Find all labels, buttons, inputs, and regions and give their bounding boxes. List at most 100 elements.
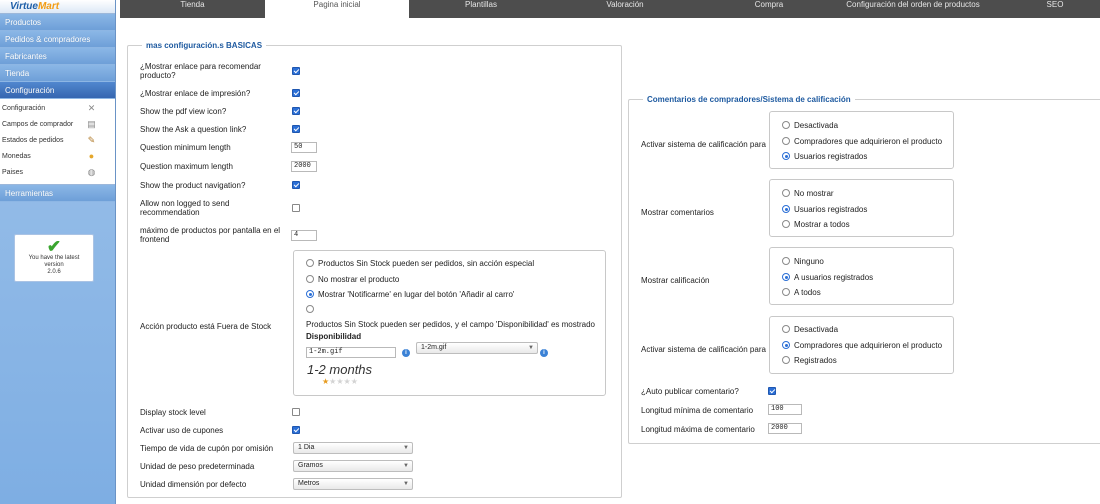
coupons-checkbox[interactable] xyxy=(292,426,300,434)
tab-tienda[interactable]: Tienda xyxy=(120,0,265,18)
submenu-item-campos[interactable]: Campos de comprador ▤ xyxy=(0,117,115,133)
weight-unit-select[interactable]: Gramos ▼ xyxy=(293,460,413,472)
autopublish-checkbox[interactable] xyxy=(768,387,776,395)
form-icon: ▤ xyxy=(87,119,96,129)
availability-input[interactable]: 1-2m.gif xyxy=(306,347,396,358)
max-comment-length-label: Longitud máxima de comentario xyxy=(641,425,755,434)
sidebar-item-pedidos[interactable]: Pedidos & compradores xyxy=(0,31,115,48)
submenu-label: Estados de pedidos xyxy=(2,137,64,144)
rating-option-3-radio[interactable] xyxy=(782,152,790,160)
show-rating-option-1-label: Ninguno xyxy=(794,257,824,266)
tab-valoracion[interactable]: Valoración xyxy=(553,0,697,18)
display-stock-label: Display stock level xyxy=(140,408,206,417)
stock-option-1-label: Productos Sin Stock pueden ser pedidos, … xyxy=(318,259,535,268)
stock-option-3-radio[interactable] xyxy=(306,290,314,298)
version-number: 2.0.6 xyxy=(47,269,61,275)
submenu-item-paises[interactable]: Paises ◍ xyxy=(0,165,115,181)
show-comments-label: Mostrar comentarios xyxy=(641,208,714,217)
show-rating-option-3-radio[interactable] xyxy=(782,288,790,296)
stock-option-4-radio[interactable] xyxy=(306,305,314,313)
review-system-option-2-radio[interactable] xyxy=(782,341,790,349)
chevron-down-icon: ▼ xyxy=(403,481,409,487)
availability-image-select[interactable]: 1-2m.gif ▼ xyxy=(416,342,538,354)
min-comment-length-label: Longitud mínima de comentario xyxy=(641,406,754,415)
weight-unit-value: Gramos xyxy=(298,462,323,469)
info-icon[interactable]: i xyxy=(402,349,410,357)
sidebar-item-herramientas[interactable]: Herramientas xyxy=(0,185,115,202)
coupon-life-value: 1 Dia xyxy=(298,444,315,451)
logo-suffix: Mart xyxy=(37,1,60,12)
tab-seo[interactable]: SEO xyxy=(1025,0,1085,18)
version-status-box: ✔ You have the latest version 2.0.6 xyxy=(14,234,94,282)
stock-option-3-label: Mostrar 'Notificarme' en lugar del botón… xyxy=(318,290,515,299)
rating-system-label: Activar sistema de calificación para xyxy=(641,140,766,149)
review-system-option-3-radio[interactable] xyxy=(782,356,790,364)
products-per-page-label: máximo de productos por pantalla en el f… xyxy=(140,226,281,244)
version-line-1: You have the latest xyxy=(28,255,80,261)
tab-plantillas[interactable]: Plantillas xyxy=(409,0,553,18)
non-logged-checkbox[interactable] xyxy=(292,204,300,212)
coupons-label: Activar uso de cupones xyxy=(140,426,224,435)
stock-action-label: Acción producto está Fuera de Stock xyxy=(140,322,272,331)
star-empty-icon: ★ xyxy=(336,377,344,386)
max-comment-length-input[interactable]: 2000 xyxy=(768,423,802,434)
version-line-2: version xyxy=(44,262,64,268)
virtuemart-logo[interactable]: VirtueMart xyxy=(0,0,115,14)
sidebar-item-tienda[interactable]: Tienda xyxy=(0,65,115,82)
autopublish-label: ¿Auto publicar comentario? xyxy=(641,387,739,396)
review-system-option-1-radio[interactable] xyxy=(782,325,790,333)
sidebar-item-configuracion[interactable]: Configuración xyxy=(0,82,115,99)
recommend-checkbox[interactable] xyxy=(292,67,300,75)
stock-option-2-label: No mostrar el producto xyxy=(318,275,400,284)
submenu-item-configuracion[interactable]: Configuración ✕ xyxy=(0,101,115,117)
info-icon[interactable]: i xyxy=(540,349,548,357)
rating-option-2-radio[interactable] xyxy=(782,137,790,145)
question-max-label: Question maximum length xyxy=(140,162,233,171)
show-rating-option-3-label: A todos xyxy=(794,288,821,297)
dimension-unit-select[interactable]: Metros ▼ xyxy=(293,478,413,490)
show-rating-option-1-radio[interactable] xyxy=(782,257,790,265)
show-comments-option-1-radio[interactable] xyxy=(782,189,790,197)
rating-option-2-label: Compradores que adquirieron el producto xyxy=(794,137,943,146)
availability-select-value: 1-2m.gif xyxy=(421,344,447,351)
availability-title: Disponibilidad xyxy=(306,332,362,341)
review-system-option-2-label: Compradores que adquirieron el producto xyxy=(794,341,943,350)
show-rating-option-2-radio[interactable] xyxy=(782,273,790,281)
availability-preview-text: 1-2 months xyxy=(307,362,373,377)
review-system-option-3-label: Registrados xyxy=(794,356,837,365)
reviews-legend: Comentarios de compradores/Sistema de ca… xyxy=(643,94,855,105)
stock-option-2-radio[interactable] xyxy=(306,275,314,283)
tab-pagina-inicial[interactable]: Pagina inicial xyxy=(265,0,409,18)
coupon-life-label: Tiempo de vida de cupón por omisión xyxy=(140,444,274,453)
stock-option-1-radio[interactable] xyxy=(306,259,314,267)
rating-option-1-radio[interactable] xyxy=(782,121,790,129)
print-checkbox[interactable] xyxy=(292,89,300,97)
submenu-item-monedas[interactable]: Monedas ● xyxy=(0,149,115,165)
show-comments-option-2-radio[interactable] xyxy=(782,205,790,213)
submenu-label: Campos de comprador xyxy=(2,121,74,128)
sidebar-item-fabricantes[interactable]: Fabricantes xyxy=(0,48,115,65)
question-min-input[interactable]: 50 xyxy=(291,142,317,153)
submenu-item-estados[interactable]: Estados de pedidos ✎ xyxy=(0,133,115,149)
submenu-label: Configuración xyxy=(2,105,46,112)
dimension-unit-value: Metros xyxy=(298,480,320,487)
globe-icon: ◍ xyxy=(87,167,96,177)
question-max-input[interactable]: 2000 xyxy=(291,161,317,172)
products-per-page-input[interactable]: 4 xyxy=(291,230,317,241)
show-rating-label: Mostrar calificación xyxy=(641,276,710,285)
ask-question-checkbox[interactable] xyxy=(292,125,300,133)
settings-icon: ✕ xyxy=(87,103,96,113)
submenu-label: Monedas xyxy=(2,153,31,160)
sidebar-item-productos[interactable]: Productos xyxy=(0,14,115,31)
product-nav-checkbox[interactable] xyxy=(292,181,300,189)
non-logged-label: Allow non logged to send recommendation xyxy=(140,199,230,217)
display-stock-checkbox[interactable] xyxy=(292,408,300,416)
chevron-down-icon: ▼ xyxy=(528,345,534,351)
coupon-life-select[interactable]: 1 Dia ▼ xyxy=(293,442,413,454)
show-rating-option-2-label: A usuarios registrados xyxy=(794,273,874,282)
pdf-checkbox[interactable] xyxy=(292,107,300,115)
show-comments-option-3-radio[interactable] xyxy=(782,220,790,228)
tab-orden-productos[interactable]: Configuración del orden de productos xyxy=(820,0,1006,18)
app-root: VirtueMart Productos Pedidos & comprador… xyxy=(0,0,1100,504)
min-comment-length-input[interactable]: 100 xyxy=(768,404,802,415)
